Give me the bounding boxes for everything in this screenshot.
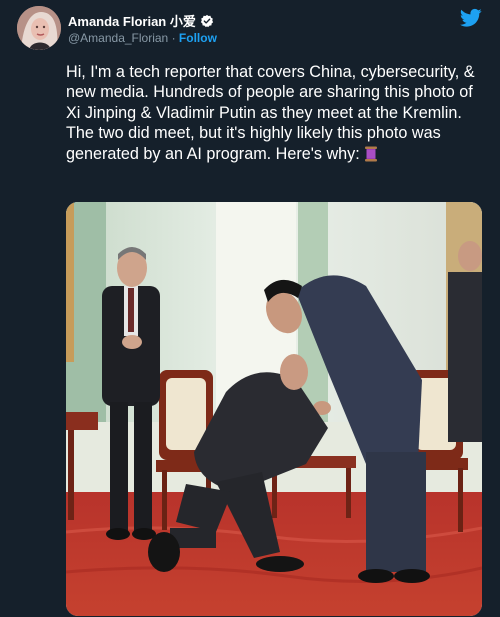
author-name-row: Amanda Florian 小爱 bbox=[68, 11, 214, 30]
verified-badge-icon bbox=[200, 14, 214, 28]
tweet-header: Amanda Florian 小爱 @Amanda_Florian · Foll… bbox=[0, 0, 500, 60]
author-handle[interactable]: @Amanda_Florian bbox=[68, 31, 168, 45]
tweet-body: Hi, I'm a tech reporter that covers Chin… bbox=[66, 62, 486, 164]
author-handle-row: @Amanda_Florian · Follow bbox=[68, 31, 217, 45]
tweet-card: Amanda Florian 小爱 @Amanda_Florian · Foll… bbox=[0, 0, 500, 617]
thread-spool-emoji bbox=[364, 146, 378, 162]
twitter-bird-icon[interactable] bbox=[460, 8, 482, 28]
tweet-photo[interactable] bbox=[66, 202, 482, 616]
follow-button[interactable]: Follow bbox=[179, 31, 217, 45]
avatar[interactable] bbox=[17, 6, 61, 50]
author-display-name[interactable]: Amanda Florian 小爱 bbox=[68, 11, 196, 30]
separator-dot: · bbox=[171, 31, 176, 45]
tweet-text: Hi, I'm a tech reporter that covers Chin… bbox=[66, 63, 475, 163]
